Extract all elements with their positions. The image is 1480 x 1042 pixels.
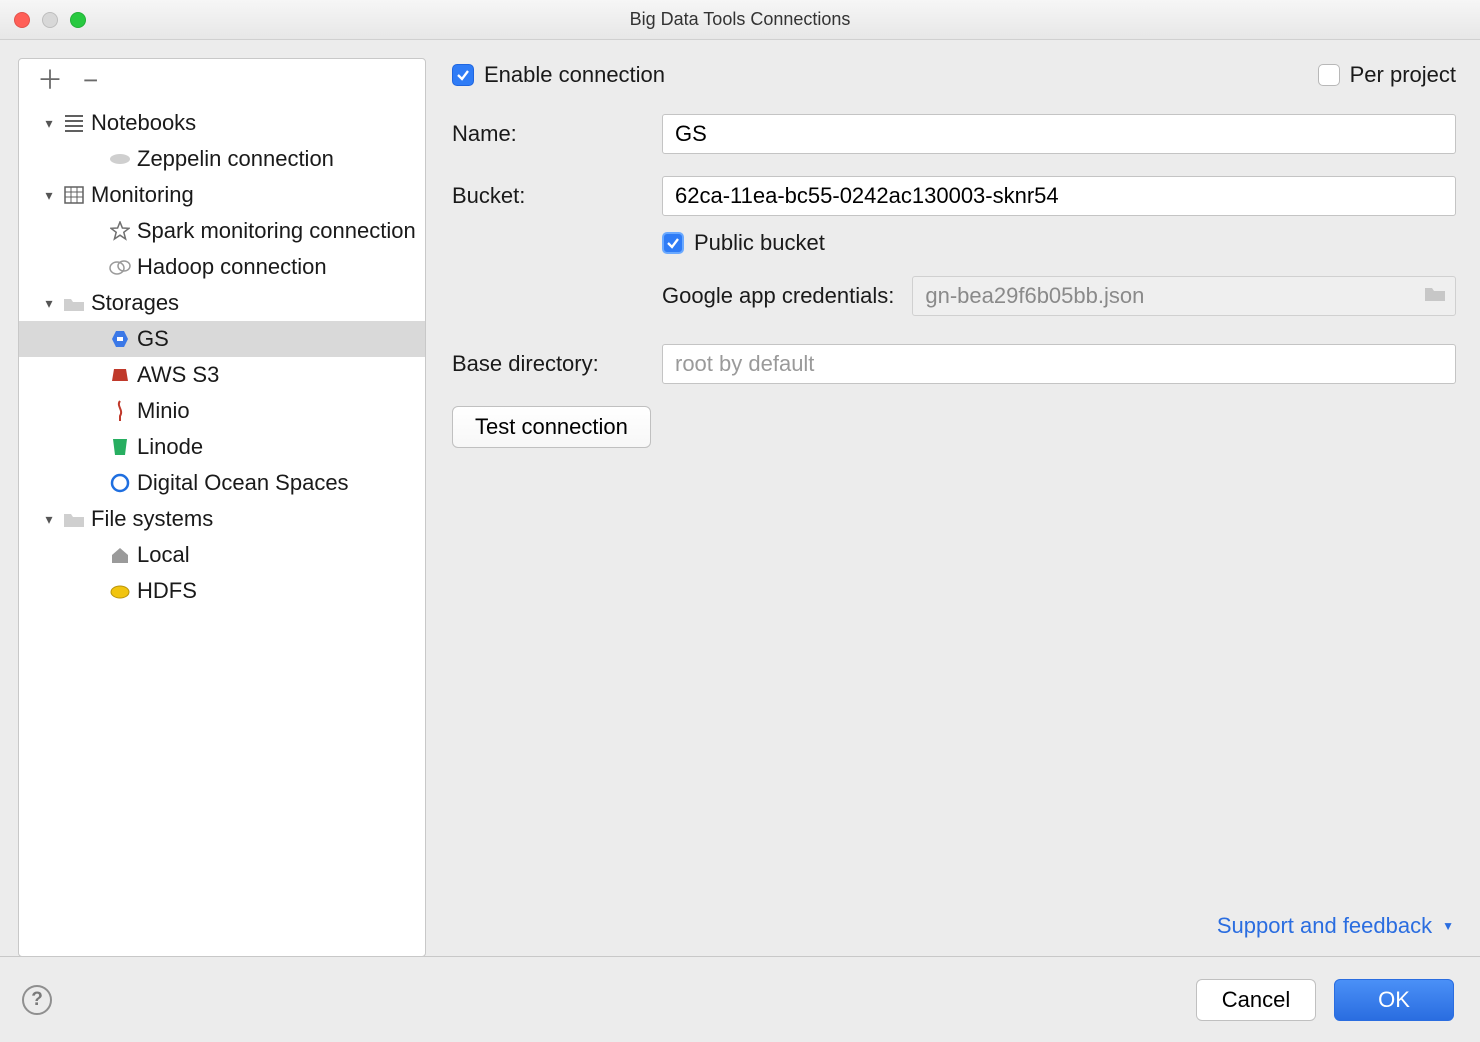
tree-item-digital-ocean[interactable]: ▾ Digital Ocean Spaces: [19, 465, 425, 501]
connections-tree: ▾ Notebooks ▾ Zeppelin connection ▾ M: [19, 101, 425, 609]
close-window-button[interactable]: [14, 12, 30, 28]
chevron-down-icon: ▼: [1442, 919, 1454, 933]
home-icon: [107, 543, 133, 567]
tree-item-label: GS: [133, 326, 169, 352]
base-directory-label: Base directory:: [452, 351, 662, 377]
tree-item-local[interactable]: ▾ Local: [19, 537, 425, 573]
connections-sidebar: ＋ − ▾ Notebooks ▾ Zeppelin connection: [18, 58, 426, 957]
name-label: Name:: [452, 121, 662, 147]
aws-icon: [107, 363, 133, 387]
minimize-window-button[interactable]: [42, 12, 58, 28]
enable-connection-label: Enable connection: [484, 62, 665, 88]
add-button[interactable]: ＋: [37, 67, 63, 93]
tree-item-label: Minio: [133, 398, 190, 424]
per-project-checkbox[interactable]: Per project: [1318, 62, 1456, 88]
do-icon: [107, 471, 133, 495]
chevron-down-icon: ▾: [37, 115, 61, 132]
tree-item-gs[interactable]: ▾ GS: [19, 321, 425, 357]
help-button[interactable]: ?: [22, 985, 52, 1015]
gs-icon: [107, 327, 133, 351]
bucket-label: Bucket:: [452, 183, 662, 209]
enable-connection-checkbox[interactable]: Enable connection: [452, 62, 665, 88]
dialog-footer: ? Cancel OK: [0, 957, 1480, 1042]
credentials-input: [912, 276, 1456, 316]
lines-icon: [61, 111, 87, 135]
tree-item-label: Spark monitoring connection: [133, 218, 415, 244]
checkbox-icon: [452, 64, 474, 86]
tree-item-label: Hadoop connection: [133, 254, 327, 280]
connection-form: Enable connection Per project Name: Buck…: [426, 58, 1462, 957]
test-connection-button[interactable]: Test connection: [452, 406, 651, 448]
tree-item-hdfs[interactable]: ▾ HDFS: [19, 573, 425, 609]
tree-item-label: Local: [133, 542, 190, 568]
tree-item-label: Linode: [133, 434, 203, 460]
tree-group-filesystems[interactable]: ▾ File systems: [19, 501, 425, 537]
zeppelin-icon: [107, 147, 133, 171]
tree-group-notebooks[interactable]: ▾ Notebooks: [19, 105, 425, 141]
tree-group-label: Monitoring: [87, 182, 194, 208]
per-project-label: Per project: [1350, 62, 1456, 88]
tree-item-minio[interactable]: ▾ Minio: [19, 393, 425, 429]
chevron-down-icon: ▾: [37, 511, 61, 528]
tree-group-storages[interactable]: ▾ Storages: [19, 285, 425, 321]
titlebar: Big Data Tools Connections: [0, 0, 1480, 40]
hdfs-icon: [107, 579, 133, 603]
tree-item-label: Zeppelin connection: [133, 146, 334, 172]
folder-icon: [61, 507, 87, 531]
tree-group-monitoring[interactable]: ▾ Monitoring: [19, 177, 425, 213]
public-bucket-label: Public bucket: [694, 230, 825, 256]
tree-group-label: Storages: [87, 290, 179, 316]
linode-icon: [107, 435, 133, 459]
tree-item-linode[interactable]: ▾ Linode: [19, 429, 425, 465]
traffic-lights: [14, 12, 86, 28]
support-feedback-link[interactable]: Support and feedback ▼: [1217, 913, 1454, 939]
tree-group-label: Notebooks: [87, 110, 196, 136]
base-directory-input[interactable]: [662, 344, 1456, 384]
window-title: Big Data Tools Connections: [630, 9, 851, 30]
star-icon: [107, 219, 133, 243]
bucket-input[interactable]: [662, 176, 1456, 216]
folder-cloud-icon: [61, 291, 87, 315]
support-feedback-label: Support and feedback: [1217, 913, 1432, 939]
hadoop-icon: [107, 255, 133, 279]
public-bucket-checkbox[interactable]: Public bucket: [662, 230, 1456, 256]
checkbox-icon: [1318, 64, 1340, 86]
tree-item-label: AWS S3: [133, 362, 219, 388]
chevron-down-icon: ▾: [37, 187, 61, 204]
grid-icon: [61, 183, 87, 207]
zoom-window-button[interactable]: [70, 12, 86, 28]
tree-item-spark[interactable]: ▾ Spark monitoring connection: [19, 213, 425, 249]
remove-button[interactable]: −: [83, 67, 98, 93]
tree-group-label: File systems: [87, 506, 213, 532]
credentials-label: Google app credentials:: [662, 283, 894, 309]
minio-icon: [107, 399, 133, 423]
browse-folder-button[interactable]: [1424, 284, 1448, 308]
tree-item-aws[interactable]: ▾ AWS S3: [19, 357, 425, 393]
checkbox-icon: [662, 232, 684, 254]
ok-button[interactable]: OK: [1334, 979, 1454, 1021]
tree-item-label: HDFS: [133, 578, 197, 604]
tree-item-hadoop[interactable]: ▾ Hadoop connection: [19, 249, 425, 285]
cancel-button[interactable]: Cancel: [1196, 979, 1316, 1021]
tree-item-label: Digital Ocean Spaces: [133, 470, 349, 496]
name-input[interactable]: [662, 114, 1456, 154]
chevron-down-icon: ▾: [37, 295, 61, 312]
tree-item-zeppelin[interactable]: ▾ Zeppelin connection: [19, 141, 425, 177]
sidebar-toolbar: ＋ −: [19, 59, 425, 101]
